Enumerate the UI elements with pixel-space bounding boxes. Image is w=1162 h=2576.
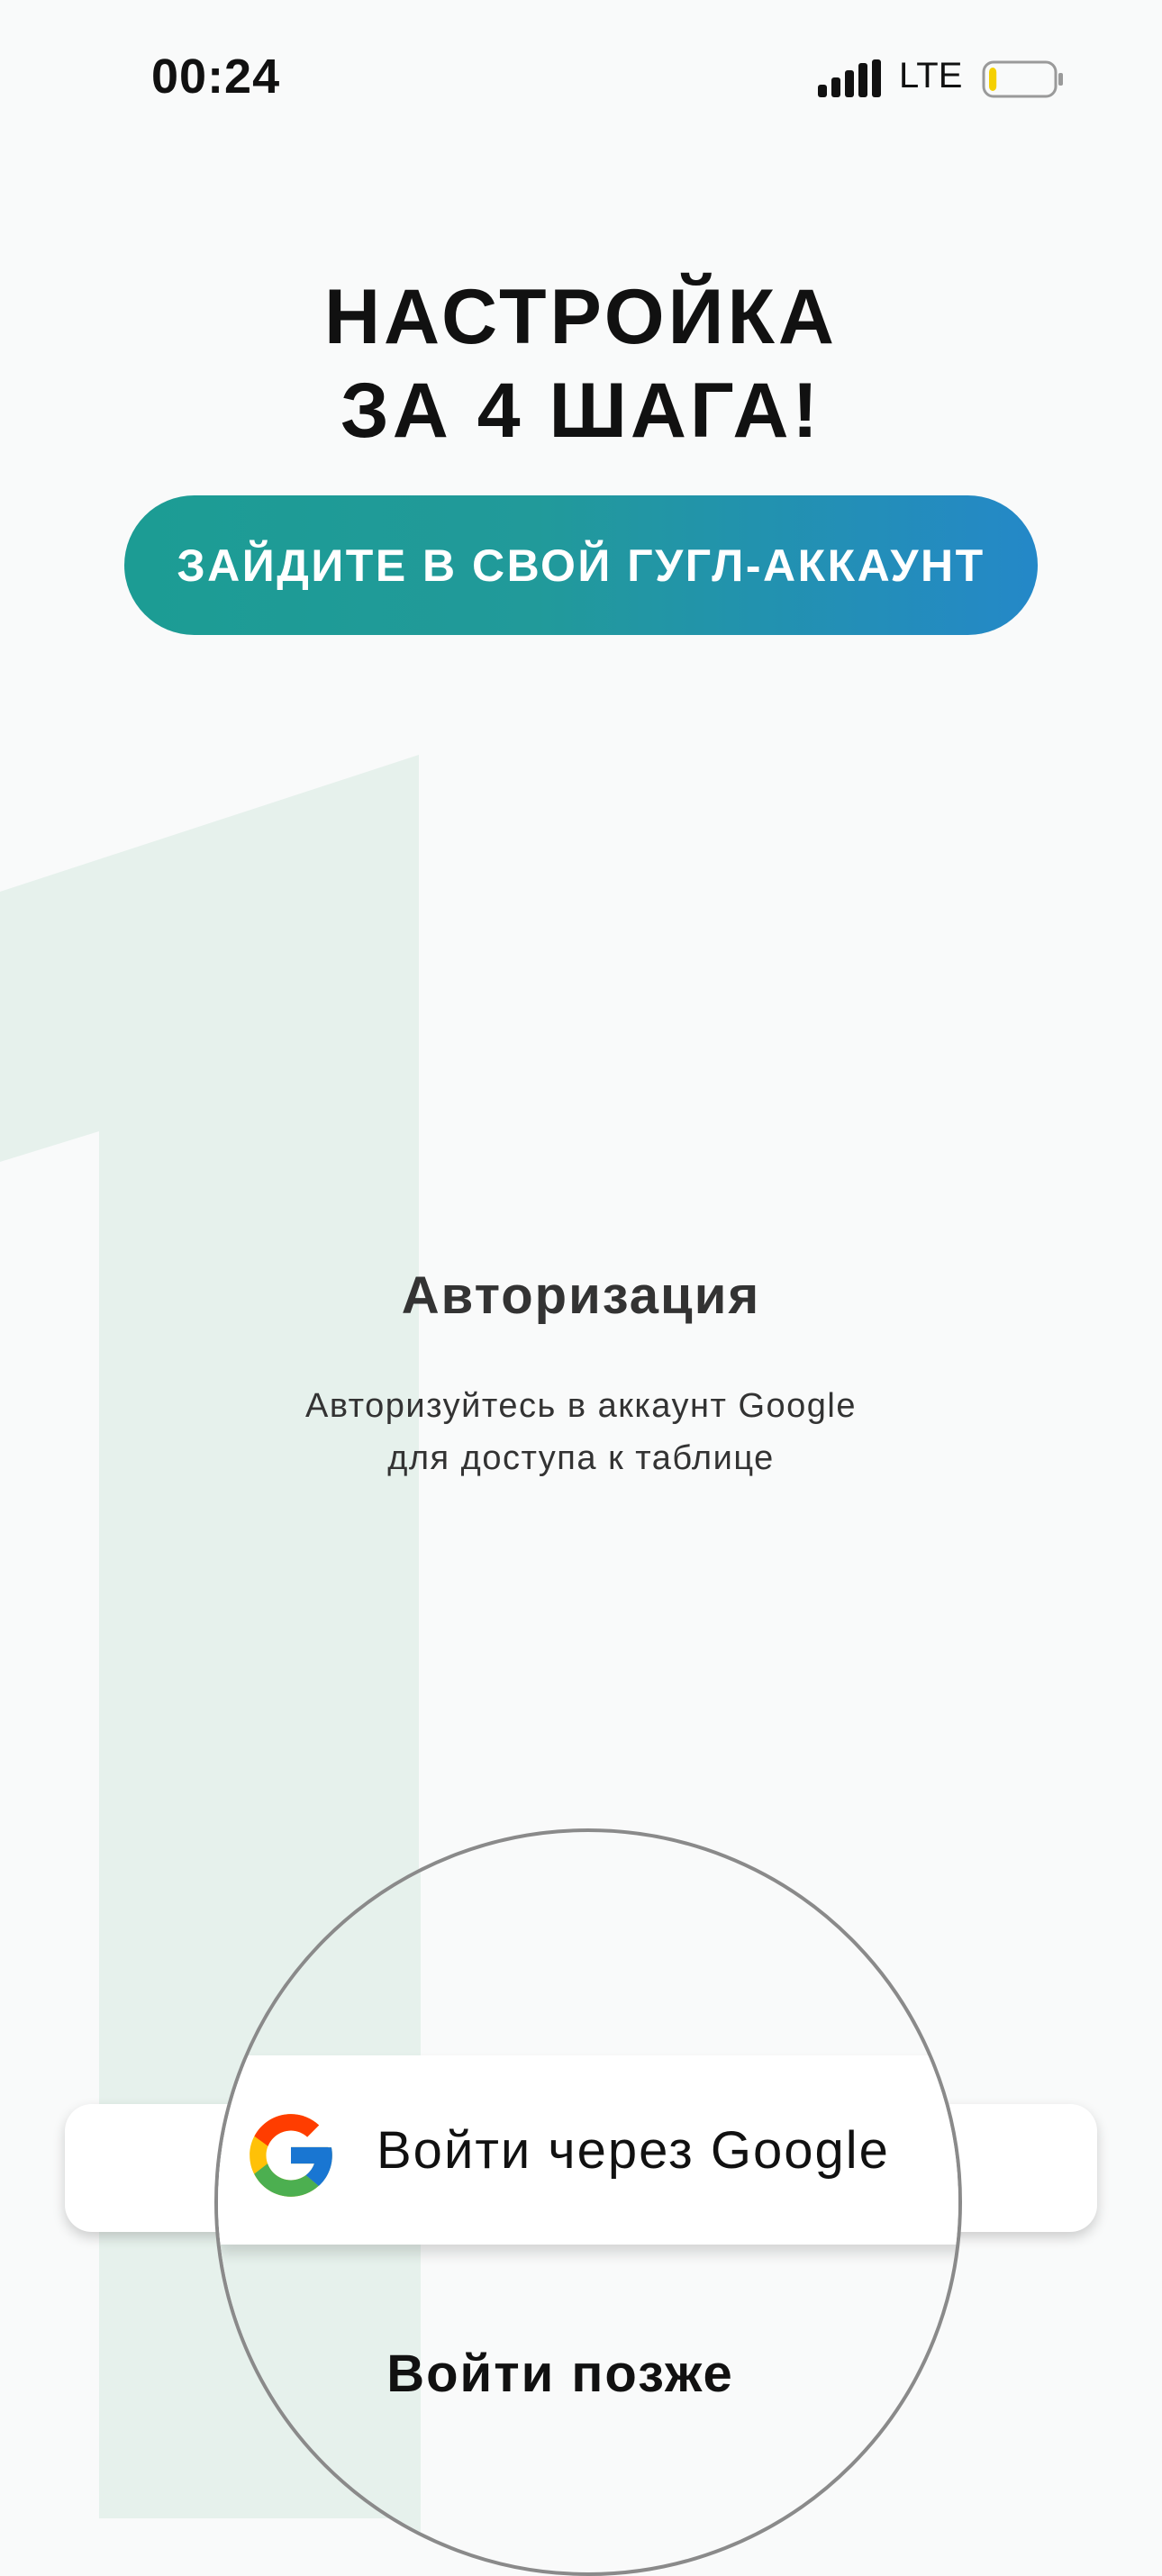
status-time: 00:24 [151, 50, 281, 104]
battery-low-icon [982, 60, 1063, 98]
page-title-line1: НАСТРОЙКА [323, 274, 839, 360]
auth-description-line2: для доступа к таблице [387, 1439, 775, 1477]
signin-later-button[interactable]: Войти позже [218, 2344, 903, 2404]
google-g-icon [250, 2114, 332, 2197]
auth-description: Авторизуйтесь в аккаунт Google для досту… [0, 1380, 1162, 1484]
google-signin-label: Войти через Google [377, 2121, 890, 2180]
auth-description-line1: Авторизуйтесь в аккаунт Google [304, 1387, 857, 1425]
network-type: LTE [899, 56, 963, 95]
page-title-line2: ЗА 4 ШАГА! [340, 367, 822, 454]
auth-heading: Авторизация [401, 1266, 761, 1325]
magnifier-lens: Войти через Google Войти позже [214, 1828, 962, 2576]
signal-bars-icon [818, 59, 881, 97]
status-bar: 00:24 LTE [0, 0, 1162, 153]
step-banner: ЗАЙДИТЕ В СВОЙ ГУГЛ-АККАУНТ [124, 495, 1038, 635]
page-title: НАСТРОЙКА ЗА 4 ШАГА! [0, 270, 1162, 458]
